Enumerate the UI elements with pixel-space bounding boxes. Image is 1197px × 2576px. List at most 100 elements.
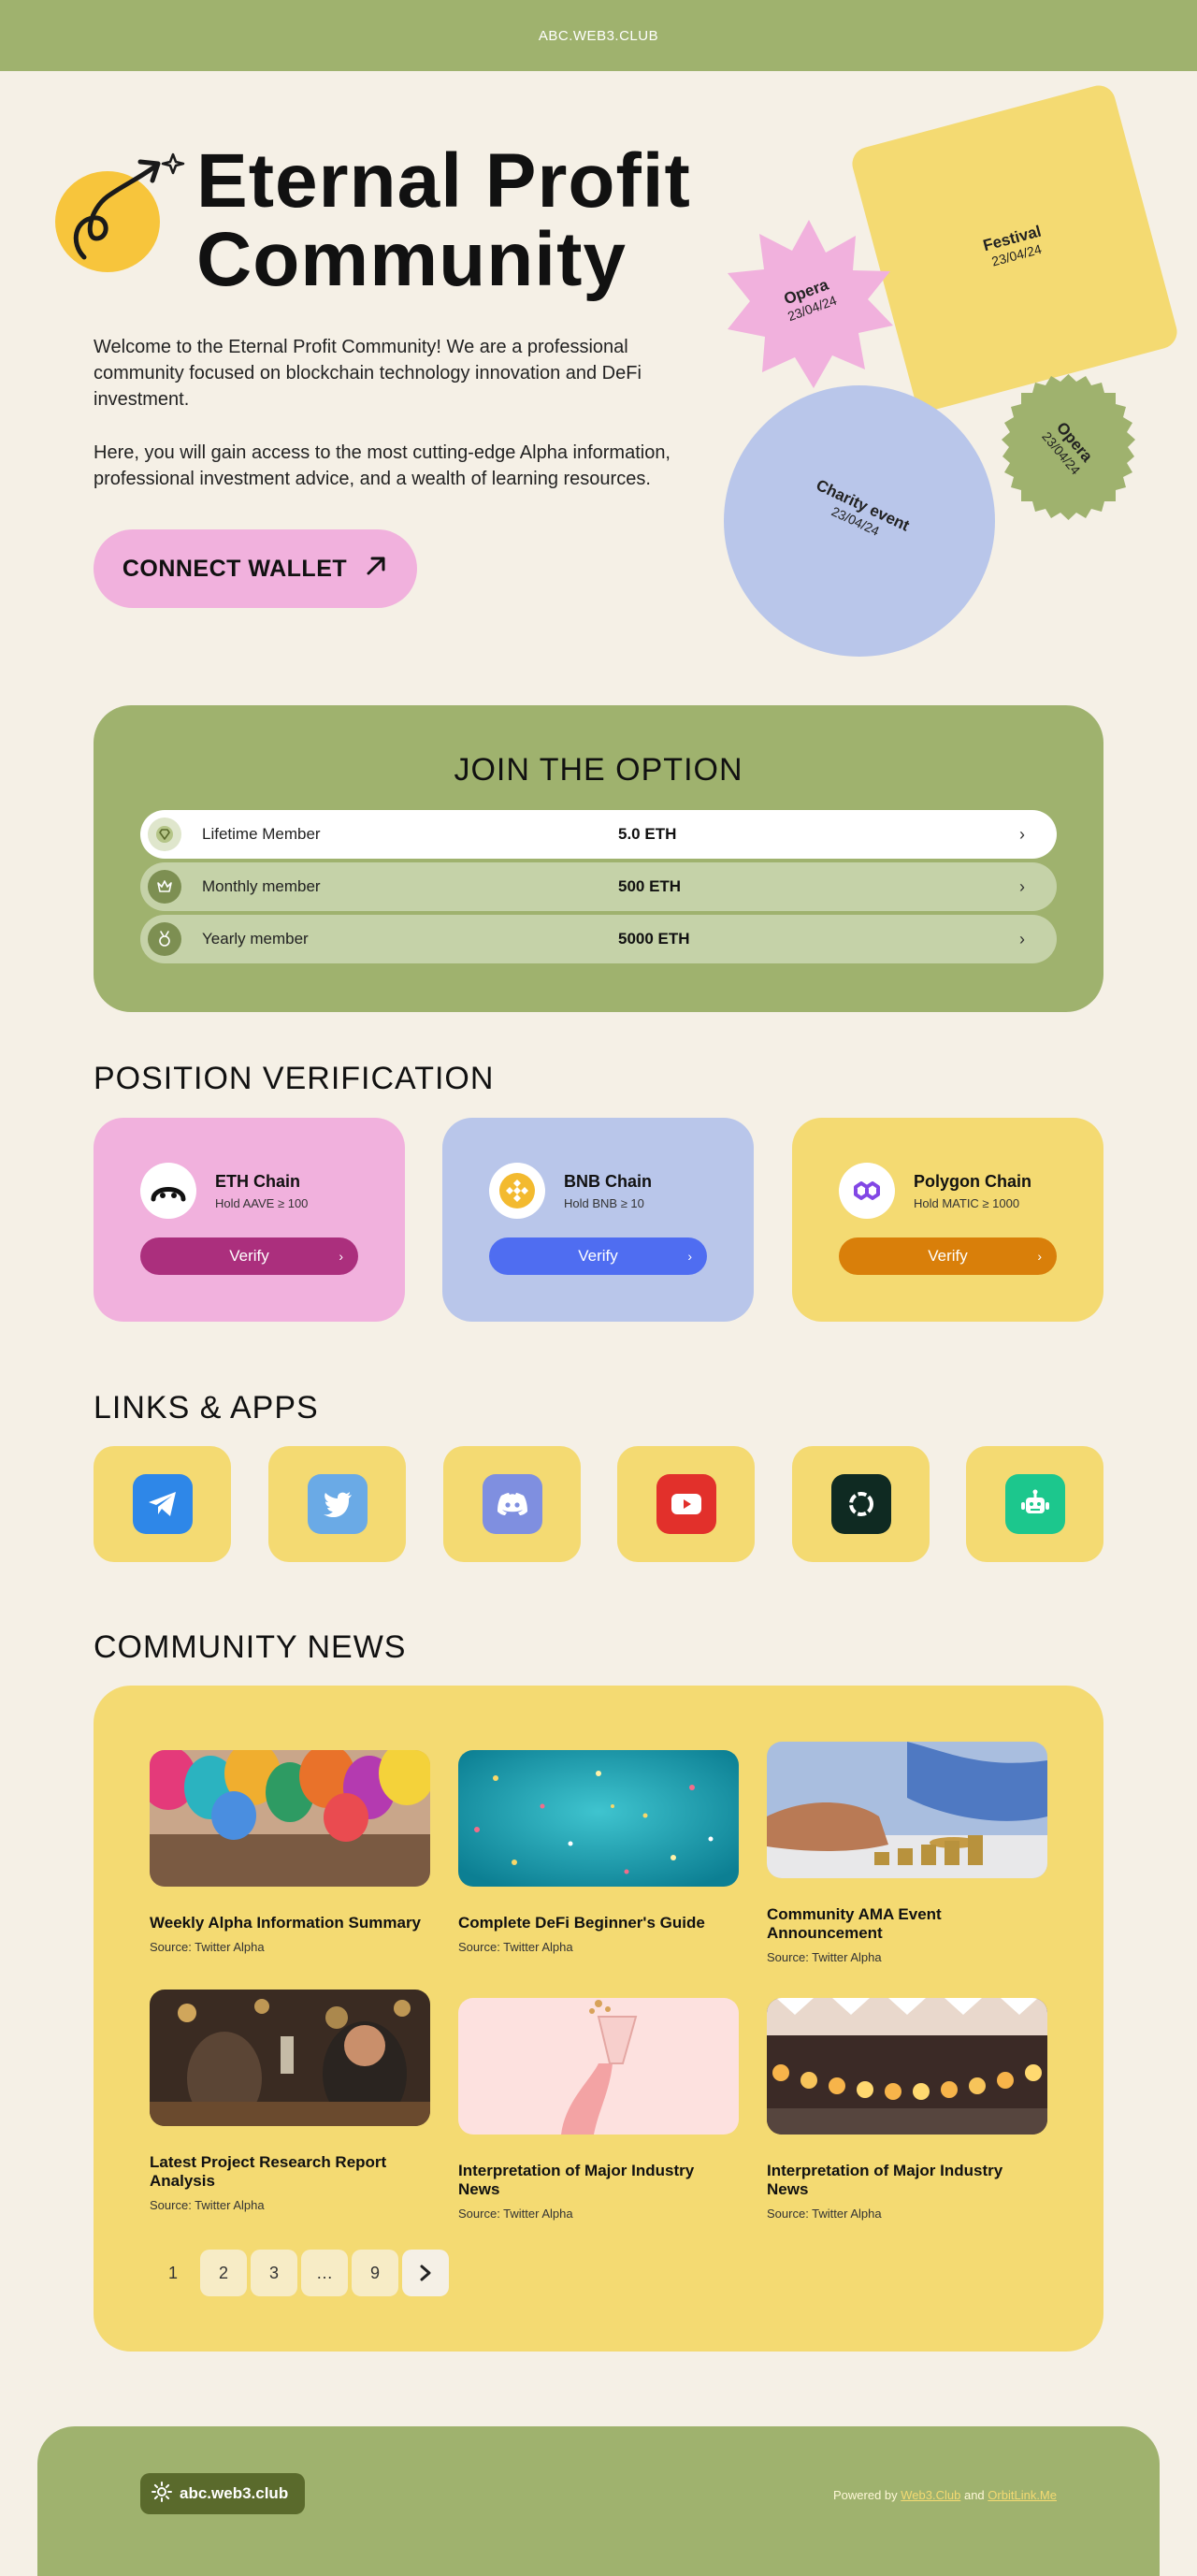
verify-polygon-button[interactable]: Verify ›	[839, 1237, 1057, 1275]
page-2[interactable]: 2	[200, 2250, 247, 2296]
orbitlink-link[interactable]: OrbitLink.Me	[988, 2488, 1057, 2502]
news-item[interactable]: Latest Project Research Report Analysis …	[150, 1990, 430, 2212]
chain-card-eth: ETH Chain Hold AAVE ≥ 100 Verify ›	[94, 1118, 405, 1322]
event-charity[interactable]: Charity event 23/04/24	[724, 385, 995, 657]
powered-prefix: Powered by	[832, 2488, 898, 2502]
verify-eth-button[interactable]: Verify ›	[140, 1237, 358, 1275]
page-title: Eternal Profit Community	[196, 142, 720, 299]
arrow-up-right-icon	[364, 554, 388, 585]
page-1[interactable]: 1	[150, 2250, 196, 2296]
news-source: Source: Twitter Alpha	[458, 1940, 573, 1954]
chevron-right-icon: ›	[687, 1249, 692, 1264]
robot-icon	[1004, 1474, 1065, 1534]
polygon-icon	[839, 1163, 895, 1219]
news-source: Source: Twitter Alpha	[767, 2207, 882, 2221]
verify-label: Verify	[928, 1247, 968, 1265]
news-title: Weekly Alpha Information Summary	[150, 1914, 422, 1932]
news-item[interactable]: Community AMA Event Announcement Source:…	[767, 1742, 1047, 1964]
news-item[interactable]: Complete DeFi Beginner's Guide Source: T…	[458, 1750, 739, 1954]
app-discord[interactable]	[443, 1446, 581, 1562]
verify-bnb-button[interactable]: Verify ›	[489, 1237, 707, 1275]
footer: abc.web3.club Powered by Web3.Club and O…	[37, 2426, 1160, 2576]
youtube-icon	[656, 1474, 716, 1534]
join-options-panel: JOIN THE OPTION Lifetime Member 5.0 ETH …	[94, 705, 1103, 1012]
event-opera-green[interactable]: Opera 23/04/24	[987, 365, 1150, 528]
ring-app-icon	[830, 1474, 891, 1534]
party-toast-photo	[150, 1990, 430, 2126]
chevron-right-icon: ›	[1019, 929, 1025, 948]
page-9[interactable]: 9	[352, 2250, 398, 2296]
connect-wallet-button[interactable]: CONNECT WALLET	[94, 529, 417, 608]
web3-club-link[interactable]: Web3.Club	[901, 2488, 960, 2502]
news-item[interactable]: Weekly Alpha Information Summary Source:…	[150, 1750, 430, 1954]
option-monthly-member[interactable]: Monthly member 500 ETH ›	[140, 862, 1057, 911]
chevron-right-icon: ›	[339, 1249, 343, 1264]
verify-label: Verify	[229, 1247, 269, 1265]
telegram-icon	[132, 1474, 193, 1534]
app-ring[interactable]	[792, 1446, 930, 1562]
event-badges: Festival 23/04/24 Opera 23/04/24 Charity…	[711, 81, 1181, 664]
twitter-icon	[307, 1474, 368, 1534]
balloons-photo	[150, 1750, 430, 1887]
next-page-button[interactable]	[402, 2250, 449, 2296]
bnb-icon	[489, 1163, 545, 1219]
champagne-glass-photo	[458, 1998, 739, 2135]
chain-name: Polygon Chain	[914, 1172, 1031, 1191]
arrow-up-right-swirl-icon	[51, 145, 187, 276]
title-line-2: Community	[196, 217, 627, 302]
app-telegram[interactable]	[94, 1446, 231, 1562]
option-name: Monthly member	[202, 877, 321, 895]
join-title: JOIN THE OPTION	[454, 752, 743, 788]
option-yearly-member[interactable]: Yearly member 5000 ETH ›	[140, 915, 1057, 963]
connect-wallet-label: CONNECT WALLET	[122, 555, 348, 582]
option-price: 500 ETH	[618, 877, 682, 895]
option-price: 5.0 ETH	[618, 825, 677, 843]
top-bar: ABC.WEB3.CLUB	[0, 0, 1197, 71]
news-title: Interpretation of Major Industry News	[458, 2162, 695, 2198]
news-source: Source: Twitter Alpha	[458, 2207, 573, 2221]
chain-card-bnb: BNB Chain Hold BNB ≥ 10 Verify ›	[442, 1118, 754, 1322]
news-source: Source: Twitter Alpha	[767, 1950, 882, 1964]
chain-name: ETH Chain	[215, 1172, 301, 1191]
aave-icon	[140, 1163, 196, 1219]
verify-label: Verify	[578, 1247, 618, 1265]
footer-brand-button[interactable]: abc.web3.club	[140, 2473, 306, 2514]
news-item[interactable]: Interpretation of Major Industry News So…	[767, 1998, 1047, 2221]
site-name[interactable]: ABC.WEB3.CLUB	[539, 28, 658, 44]
chain-card-polygon: Polygon Chain Hold MATIC ≥ 1000 Verify ›	[792, 1118, 1103, 1322]
option-price: 5000 ETH	[618, 930, 690, 948]
news-source: Source: Twitter Alpha	[150, 1940, 265, 1954]
chevron-right-icon	[420, 2265, 431, 2281]
news-title: Interpretation of Major Industry News	[767, 2162, 1003, 2198]
hero-benefits-text: Here, you will gain access to the most c…	[94, 442, 671, 489]
chain-requirement: Hold BNB ≥ 10	[564, 1196, 644, 1210]
news-source: Source: Twitter Alpha	[150, 2198, 265, 2212]
medal-icon	[148, 922, 181, 956]
event-opera-pink[interactable]: Opera 23/04/24	[720, 215, 898, 393]
app-youtube[interactable]	[617, 1446, 755, 1562]
news-title: Community AMA Event Announcement	[767, 1905, 942, 1942]
news-title: Latest Project Research Report Analysis	[150, 2153, 387, 2190]
chevron-right-icon: ›	[1037, 1249, 1042, 1264]
chain-name: BNB Chain	[564, 1172, 652, 1191]
title-line-1: Eternal Profit	[196, 138, 691, 224]
chevron-right-icon: ›	[1019, 824, 1025, 844]
page-3[interactable]: 3	[251, 2250, 297, 2296]
news-title: Complete DeFi Beginner's Guide	[458, 1914, 705, 1932]
news-title: COMMUNITY NEWS	[94, 1629, 407, 1665]
option-name: Yearly member	[202, 930, 309, 948]
app-robot[interactable]	[966, 1446, 1103, 1562]
app-twitter[interactable]	[268, 1446, 406, 1562]
string-lights-photo	[767, 1998, 1047, 2135]
verification-title: POSITION VERIFICATION	[94, 1061, 495, 1096]
coins-stacking-photo	[767, 1742, 1047, 1878]
option-lifetime-member[interactable]: Lifetime Member 5.0 ETH ›	[140, 810, 1057, 859]
chain-requirement: Hold MATIC ≥ 1000	[914, 1196, 1020, 1210]
pagination: 1 2 3 … 9	[150, 2250, 449, 2296]
news-item[interactable]: Interpretation of Major Industry News So…	[458, 1998, 739, 2221]
news-panel: Weekly Alpha Information Summary Source:…	[94, 1686, 1103, 2352]
page-ellipsis: …	[301, 2250, 348, 2296]
discord-icon	[482, 1474, 542, 1534]
chevron-right-icon: ›	[1019, 876, 1025, 896]
links-title: LINKS & APPS	[94, 1390, 319, 1425]
